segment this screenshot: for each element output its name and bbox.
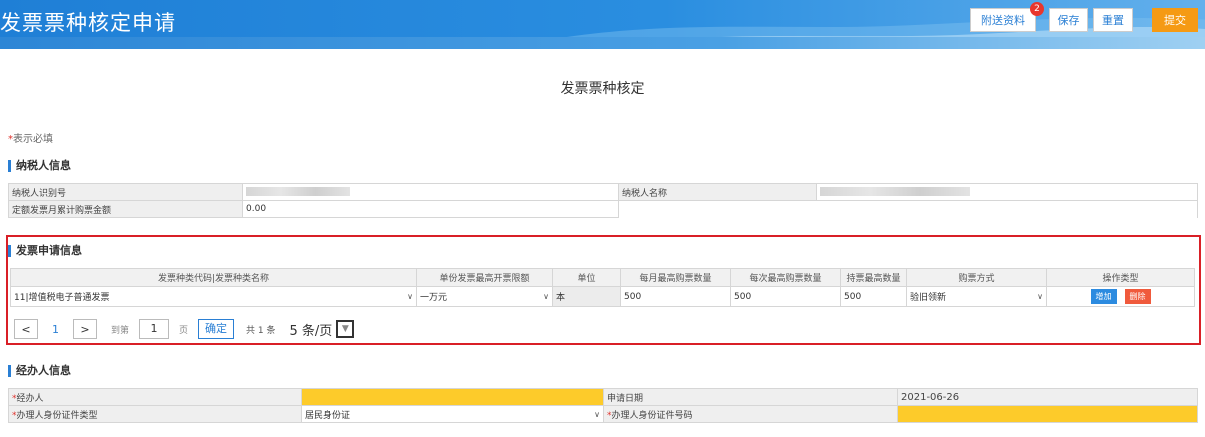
- required-note: *表示必填: [8, 130, 53, 145]
- app-header: 发票票种核定申请 附送资料 2 保存 重置 提交: [0, 0, 1205, 37]
- col-invoice-type: 发票种类代码|发票种类名称: [10, 268, 417, 287]
- delete-row-button[interactable]: 删除: [1124, 289, 1151, 304]
- header-strip: [0, 37, 1205, 49]
- page-title: 发票票种核定申请: [0, 11, 176, 35]
- save-button[interactable]: 保存: [1049, 8, 1088, 32]
- add-row-button[interactable]: 增加: [1090, 289, 1117, 304]
- purchase-method-select[interactable]: 验旧领新 ∨: [906, 286, 1047, 307]
- attach-count-badge: 2: [1030, 2, 1044, 16]
- agent-label-text: 经办人: [16, 393, 44, 404]
- col-unit: 单位: [552, 268, 621, 287]
- redacted-taxpayer-id: [246, 187, 350, 196]
- section-title-agent: 经办人信息: [8, 365, 71, 377]
- goto-label: 到第: [111, 325, 130, 336]
- col-monthly-max: 每月最高购票数量: [620, 268, 731, 287]
- empty-cell: [618, 200, 1198, 218]
- submit-button[interactable]: 提交: [1152, 8, 1198, 32]
- id-type-select[interactable]: 居民身份证 ∨: [301, 405, 604, 423]
- chevron-down-icon: ∨: [543, 292, 549, 301]
- pagination: < 1 > 到第 1 页 确定 共 1 条 5 条/页 ▼: [14, 318, 355, 340]
- hold-max-input[interactable]: 500: [840, 286, 907, 307]
- col-each-max: 每次最高购票数量: [730, 268, 841, 287]
- next-page-button[interactable]: >: [73, 319, 97, 339]
- chevron-down-icon: ▼: [341, 324, 349, 334]
- page-size-dropdown[interactable]: ▼: [336, 320, 355, 338]
- chevron-down-icon: ∨: [594, 409, 600, 419]
- monthly-amount-label: 定额发票月累计购票金额: [8, 200, 243, 218]
- id-no-label-text: 办理人身份证件号码: [611, 410, 693, 421]
- col-purchase-method: 购票方式: [906, 268, 1047, 287]
- monthly-max-input[interactable]: 500: [620, 286, 731, 307]
- invoice-type-value: 11|增值税电子普通发票: [14, 293, 110, 303]
- taxpayer-name-label: 纳税人名称: [618, 183, 817, 201]
- taxpayer-table: 纳税人识别号 纳税人名称 定额发票月累计购票金额 0.00: [8, 183, 1198, 218]
- prev-page-button[interactable]: <: [14, 319, 38, 339]
- chevron-down-icon: ∨: [407, 292, 413, 301]
- id-no-label: *办理人身份证件号码: [603, 405, 898, 423]
- col-operation: 操作类型: [1046, 268, 1195, 287]
- limit-select[interactable]: 一万元 ∨: [416, 286, 553, 307]
- id-type-value: 居民身份证: [305, 410, 351, 421]
- taxpayer-id-label: 纳税人识别号: [8, 183, 243, 201]
- section-title-invoice: 发票申请信息: [8, 245, 82, 257]
- taxpayer-name-value: [816, 183, 1198, 201]
- current-page-number[interactable]: 1: [52, 323, 59, 336]
- id-type-label-text: 办理人身份证件类型: [16, 410, 98, 421]
- col-hold-max: 持票最高数量: [840, 268, 907, 287]
- col-limit: 单份发票最高开票限额: [416, 268, 553, 287]
- apply-date-label: 申请日期: [603, 388, 898, 406]
- apply-date-value: 2021-06-26: [897, 388, 1198, 406]
- limit-value: 一万元: [420, 293, 448, 303]
- unit-value: 本: [552, 286, 621, 307]
- agent-table: *经办人 申请日期 2021-06-26 *办理人身份证件类型 居民身份证 ∨ *…: [8, 388, 1198, 423]
- section-title-taxpayer: 纳税人信息: [8, 160, 71, 172]
- redacted-taxpayer-name: [820, 187, 970, 196]
- required-note-text: 表示必填: [13, 134, 53, 145]
- id-no-input[interactable]: [897, 405, 1198, 423]
- id-type-label: *办理人身份证件类型: [8, 405, 302, 423]
- agent-input[interactable]: [301, 388, 604, 406]
- monthly-amount-value: 0.00: [242, 200, 619, 218]
- taxpayer-id-value: [242, 183, 619, 201]
- page-size-value: 5 条/页: [289, 323, 333, 339]
- page-unit-label: 页: [179, 325, 189, 336]
- invoice-table: 发票种类代码|发票种类名称 单份发票最高开票限额 单位 每月最高购票数量 每次最…: [10, 268, 1195, 307]
- attach-materials-button[interactable]: 附送资料: [970, 8, 1036, 32]
- total-count: 共 1 条: [246, 325, 276, 336]
- operation-cell: 增加 删除: [1046, 286, 1195, 307]
- reset-button[interactable]: 重置: [1093, 8, 1133, 32]
- table-row: 11|增值税电子普通发票 ∨ 一万元 ∨ 本 500 500 500 验旧领新 ∨ 增…: [10, 286, 1195, 307]
- purchase-method-value: 验旧领新: [910, 293, 947, 303]
- invoice-type-select[interactable]: 11|增值税电子普通发票 ∨: [10, 286, 417, 307]
- chevron-down-icon: ∨: [1037, 292, 1043, 301]
- goto-page-input[interactable]: 1: [139, 319, 170, 339]
- agent-label: *经办人: [8, 388, 302, 406]
- each-max-input[interactable]: 500: [730, 286, 841, 307]
- form-title: 发票票种核定: [560, 81, 645, 97]
- goto-confirm-button[interactable]: 确定: [198, 319, 235, 339]
